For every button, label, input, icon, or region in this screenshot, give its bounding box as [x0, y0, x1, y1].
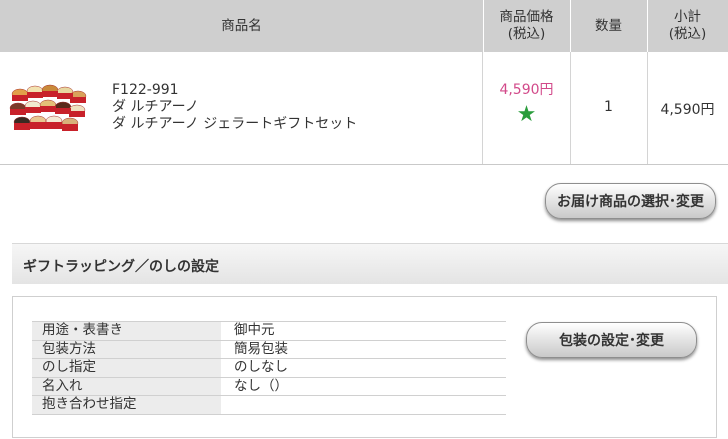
product-quantity: 1 [604, 99, 613, 115]
cart-table-header: 商品名 商品価格 (税込) 数量 小計 (税込) [0, 0, 728, 52]
settings-row-bundle: 抱き合わせ指定 [32, 396, 506, 415]
product-image[interactable] [8, 80, 88, 138]
product-subtotal: 4,590円 [660, 102, 715, 118]
product-brand: ダ ルチアーノ [112, 99, 199, 115]
product-code: F122-991 [112, 82, 179, 98]
setting-label: 用途・表書き [32, 322, 221, 340]
setting-value: 簡易包装 [234, 340, 288, 357]
change-delivery-items-button[interactable]: お届け商品の選択･変更 [545, 183, 716, 219]
header-subtotal: 小計 (税込) [668, 9, 707, 42]
settings-row-name: 名入れ なし（） [32, 377, 506, 397]
settings-row-wrapping: 包装方法 簡易包装 [32, 340, 506, 360]
divider [483, 0, 484, 52]
divider [647, 0, 648, 52]
product-price: 4,590円 [499, 82, 554, 98]
setting-label: 包装方法 [32, 340, 221, 359]
product-info: F122-991 ダ ルチアーノ ダ ルチアーノ ジェラートギフトセット [112, 82, 357, 133]
gift-section-header: ギフトラッピング／のしの設定 [12, 243, 728, 284]
setting-value: のしなし [234, 359, 288, 376]
setting-value: なし（） [234, 377, 288, 394]
header-quantity: 数量 [595, 17, 622, 34]
cart-table: 商品名 商品価格 (税込) 数量 小計 (税込) F122-991 ダ ルチアー… [0, 0, 728, 165]
product-name[interactable]: ダ ルチアーノ ジェラートギフトセット [112, 116, 357, 133]
header-price: 商品価格 (税込) [499, 9, 554, 42]
setting-label: のし指定 [32, 359, 221, 377]
divider [570, 0, 571, 52]
header-product-name: 商品名 [221, 17, 262, 34]
gift-section-title: ギフトラッピング／のしの設定 [23, 259, 219, 275]
setting-value: 御中元 [234, 322, 275, 338]
star-icon: ★ [516, 102, 537, 127]
settings-row-noshi: のし指定 のしなし [32, 359, 506, 378]
gift-settings-table: 用途・表書き 御中元 包装方法 簡易包装 のし指定 のしなし 名入れ なし（） … [32, 321, 506, 415]
setting-label: 抱き合わせ指定 [32, 396, 221, 414]
settings-row-usage: 用途・表書き 御中元 [32, 321, 506, 341]
setting-label: 名入れ [32, 377, 221, 396]
change-wrapping-button[interactable]: 包装の設定･変更 [526, 322, 697, 358]
